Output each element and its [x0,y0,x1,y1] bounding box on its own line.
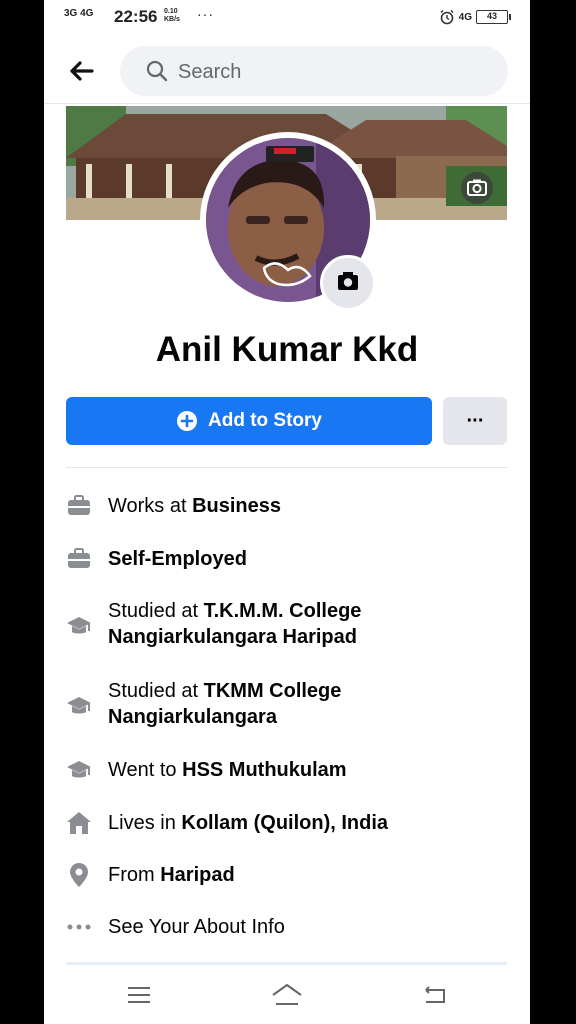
status-bar: 3G 4G 22:56 0.10 KB/s ··· 4G 43 [44,0,530,36]
info-text: Lives in Kollam (Quilon), India [108,810,388,836]
info-value[interactable]: HSS Muthukulam [182,759,346,781]
info-prefix: Studied at [108,600,204,622]
info-value[interactable]: Self-Employed [108,548,247,570]
profile-name: Anil Kumar Kkd [155,330,419,369]
info-item-lives-in[interactable]: Lives in Kollam (Quilon), India [44,807,530,839]
info-text: Went to HSS Muthukulam [108,757,347,783]
info-text: Studied at T.K.M.M. College Nangiarkulan… [108,598,398,650]
arrow-left-icon [70,61,94,81]
avatar-camera-button[interactable] [320,255,376,311]
search-placeholder: Search [178,61,242,83]
info-item-school[interactable]: Went to HSS Muthukulam [44,754,530,786]
menu-icon [128,987,150,1003]
back-nav-icon [425,986,445,1003]
info-item-work[interactable]: Works at Business [44,490,530,522]
more-dots-icon [67,924,91,930]
network-speed: 0.10 KB/s [164,8,180,23]
info-item-from[interactable]: From Haripad [44,859,530,891]
battery-icon: 43 [476,10,511,24]
location-pin-icon [70,863,88,887]
more-options-button[interactable]: ··· [443,397,507,445]
more-dots-icon: ··· [466,409,485,432]
back-nav-button[interactable] [420,982,450,1008]
search-input[interactable]: Search [120,46,508,96]
info-prefix: Lives in [108,812,182,834]
top-bar: Search [44,40,530,104]
info-text: See Your About Info [108,914,285,940]
add-to-story-label: Add to Story [208,410,322,431]
info-value[interactable]: Haripad [160,864,234,886]
info-text: Studied at TKMM College Nangiarkulangara [108,678,398,730]
graduation-cap-icon [67,697,91,714]
home-outline-icon [272,983,302,1005]
battery-level: 43 [486,11,497,21]
info-text: Self-Employed [108,546,247,572]
info-value[interactable]: Kollam (Quilon), India [181,812,388,834]
info-value[interactable]: Business [192,495,281,517]
system-nav-bar [44,966,530,1024]
info-item-education-1[interactable]: Studied at T.K.M.M. College Nangiarkulan… [44,598,530,654]
cover-camera-button[interactable] [461,172,493,204]
info-text: From Haripad [108,862,235,888]
home-icon [67,812,91,834]
info-text: Works at Business [108,493,281,519]
graduation-cap-icon [67,617,91,634]
alarm-icon [440,9,454,25]
briefcase-icon [68,495,90,515]
signal-label: 4G [458,11,472,23]
search-icon [146,60,168,82]
status-right: 4G 43 [439,9,511,25]
menu-button[interactable] [124,982,154,1008]
divider [66,962,507,965]
see-about-info-label[interactable]: See Your About Info [108,916,285,938]
info-item-employment[interactable]: Self-Employed [44,543,530,575]
info-prefix: Studied at [108,680,204,702]
divider [66,467,507,468]
briefcase-icon [68,548,90,568]
info-prefix: Went to [108,759,183,781]
graduation-cap-icon [67,761,91,778]
screen: 3G 4G 22:56 0.10 KB/s ··· 4G 43 Search A… [44,0,530,1024]
home-button[interactable] [270,982,304,1008]
info-prefix: From [108,864,161,886]
add-to-story-button[interactable]: Add to Story [66,397,432,445]
network-indicator: 3G 4G [64,8,94,19]
info-prefix: Works at [108,495,193,517]
plus-circle-icon [177,411,197,431]
see-about-info-link[interactable]: See Your About Info [44,911,530,943]
camera-icon [467,179,487,196]
back-button[interactable] [64,56,98,86]
more-notifications-icon: ··· [197,6,214,22]
clock: 22:56 [114,7,158,26]
info-item-education-2[interactable]: Studied at TKMM College Nangiarkulangara [44,678,530,734]
camera-icon [338,272,358,290]
